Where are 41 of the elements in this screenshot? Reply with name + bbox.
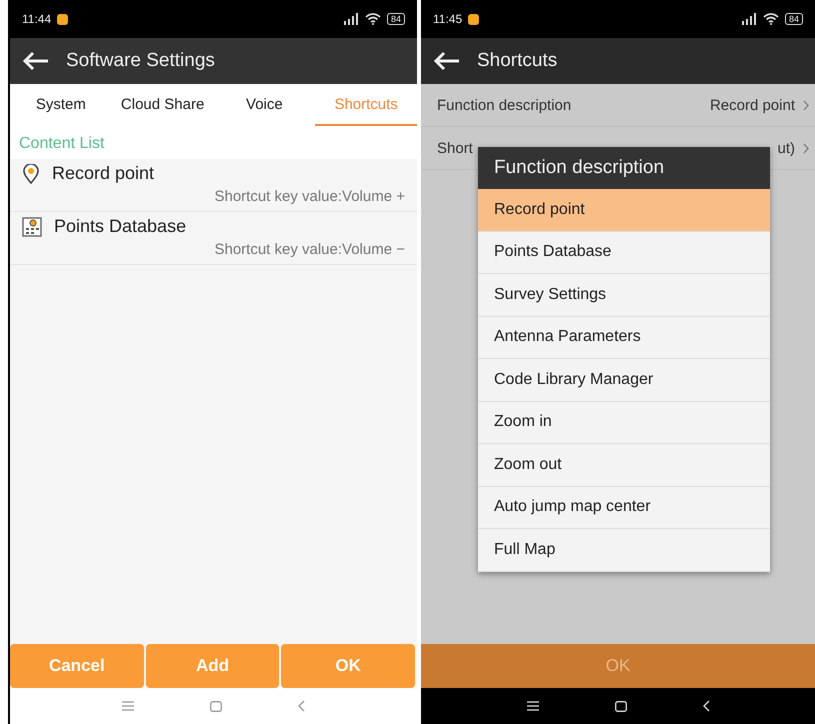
setting-value: Record point bbox=[710, 96, 795, 114]
shortcut-value: Shortcut key value:Volume − bbox=[214, 241, 405, 258]
clock: 11:45 bbox=[433, 12, 462, 26]
back-icon[interactable] bbox=[22, 51, 50, 71]
dialog-option[interactable]: Auto jump map center bbox=[478, 486, 770, 529]
chevron-icon bbox=[803, 142, 809, 154]
wifi-icon bbox=[364, 13, 381, 25]
notification-icon bbox=[468, 14, 480, 24]
tab[interactable]: Cloud Share bbox=[112, 84, 214, 126]
dialog-option[interactable]: Full Map bbox=[478, 529, 770, 572]
chevron-icon bbox=[803, 100, 809, 110]
item-title: Record point bbox=[52, 163, 154, 184]
wifi-icon bbox=[762, 13, 779, 25]
screen-title: Software Settings bbox=[66, 50, 215, 72]
item-title: Points Database bbox=[54, 216, 186, 237]
notification-icon bbox=[57, 14, 68, 24]
setting-row[interactable]: Function description Record point bbox=[421, 84, 815, 127]
setting-label: Short bbox=[437, 140, 474, 156]
setting-value: ut) bbox=[777, 140, 795, 156]
dialog-option[interactable]: Record point bbox=[478, 189, 770, 232]
tab[interactable]: System bbox=[10, 84, 112, 126]
clock: 11:44 bbox=[22, 12, 52, 26]
dialog-option[interactable]: Points Database bbox=[478, 232, 770, 274]
signal-icon bbox=[342, 13, 359, 25]
signal-icon bbox=[740, 13, 757, 25]
section-header: Content List bbox=[10, 126, 417, 159]
screen-title: Shortcuts bbox=[477, 50, 558, 72]
dialog-title: Function description bbox=[478, 147, 770, 189]
tab[interactable]: Voice bbox=[214, 84, 316, 126]
setting-label: Function description bbox=[437, 96, 572, 114]
location-pin-icon bbox=[22, 164, 40, 184]
battery-indicator: 84 bbox=[386, 13, 405, 25]
dialog-option[interactable]: Antenna Parameters bbox=[478, 316, 770, 359]
dialog-option[interactable]: Zoom out bbox=[478, 444, 770, 486]
dialog-option[interactable]: Code Library Manager bbox=[478, 359, 770, 402]
dialog-option[interactable]: Survey Settings bbox=[478, 274, 770, 316]
table-icon bbox=[22, 216, 42, 236]
shortcut-value: Shortcut key value:Volume + bbox=[214, 188, 405, 205]
battery-indicator: 84 bbox=[784, 13, 803, 25]
dialog-option[interactable]: Zoom in bbox=[478, 402, 770, 444]
back-icon[interactable] bbox=[433, 51, 461, 71]
